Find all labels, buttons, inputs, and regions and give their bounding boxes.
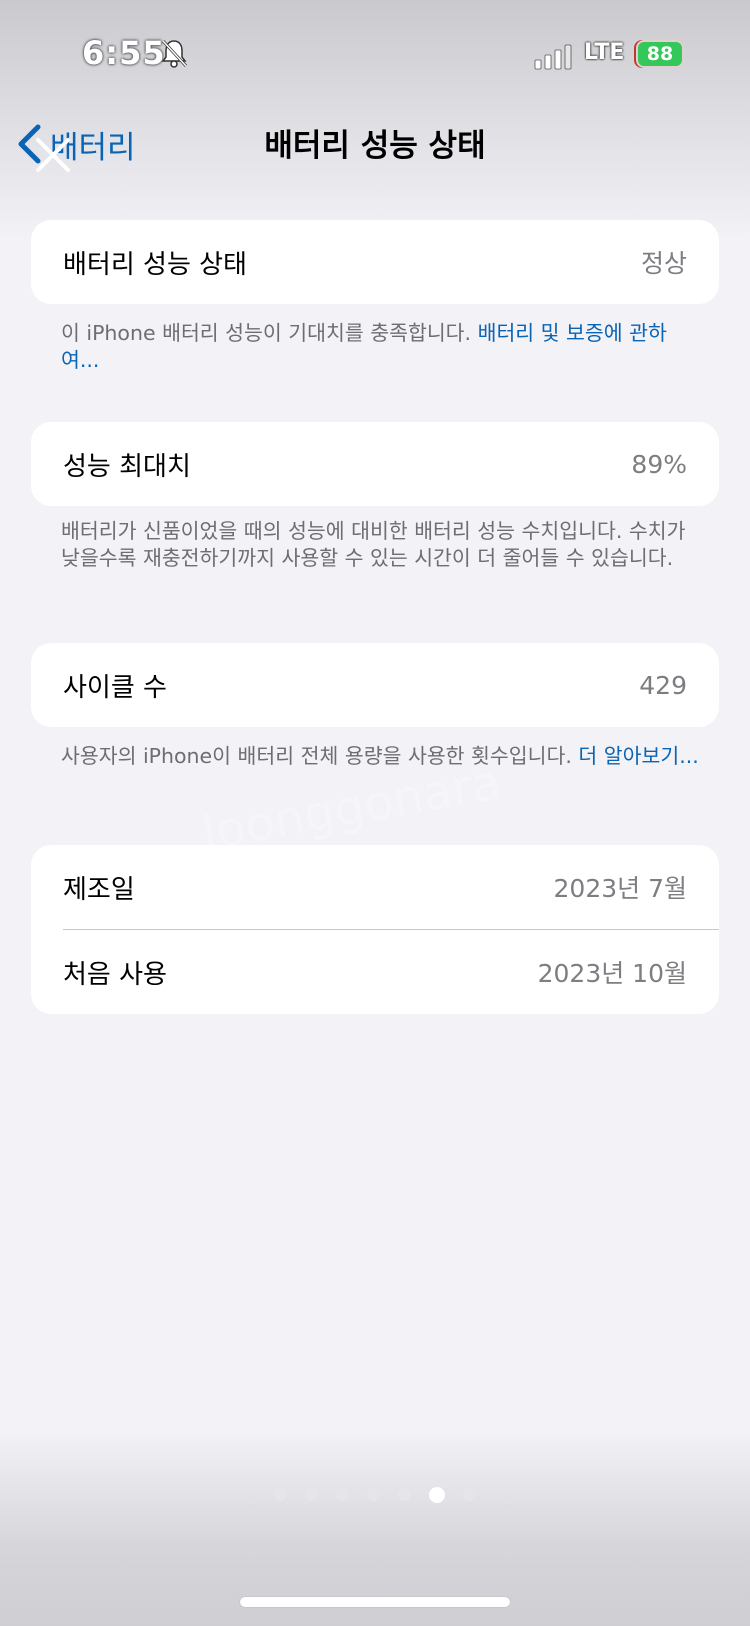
max-capacity-row: 성능 최대치 89% <box>31 422 719 506</box>
page-dot[interactable] <box>398 1488 411 1501</box>
dates-card: 제조일 2023년 7월 처음 사용 2023년 10월 <box>31 845 719 1014</box>
status-bar: 6:55 LTE 88 <box>0 0 750 110</box>
first-use-value: 2023년 10월 <box>537 959 687 988</box>
page-title: 배터리 성능 상태 <box>264 128 486 164</box>
battery-health-label: 배터리 성능 상태 <box>63 249 247 280</box>
max-capacity-value: 89% <box>631 449 687 479</box>
first-use-row: 처음 사용 2023년 10월 <box>31 930 719 1014</box>
learn-more-link[interactable]: 더 알아보기... <box>578 744 698 768</box>
network-type-label: LTE <box>584 40 625 65</box>
battery-level-label: 88 <box>646 43 674 65</box>
home-indicator[interactable] <box>240 1597 510 1607</box>
cycle-count-footnote-text: 사용자의 iPhone이 배터리 전체 용량을 사용한 횟수입니다. <box>61 744 579 768</box>
battery-health-footnote: 이 iPhone 배터리 성능이 기대치를 충족합니다. 배터리 및 보증에 관… <box>61 320 701 374</box>
page-dot[interactable] <box>274 1488 287 1501</box>
max-capacity-footnote: 배터리가 신품이었을 때의 성능에 대비한 배터리 성능 수치입니다. 수치가 … <box>61 519 686 570</box>
page-dot[interactable] <box>367 1488 380 1501</box>
manufacture-date-value: 2023년 7월 <box>553 874 687 903</box>
battery-health-card: 배터리 성능 상태 정상 <box>31 220 719 304</box>
cycle-count-value: 429 <box>639 670 687 700</box>
page-dot-active[interactable] <box>429 1487 445 1503</box>
battery-health-row: 배터리 성능 상태 정상 <box>31 220 719 304</box>
bell-slash-icon <box>161 39 188 68</box>
page-dot[interactable] <box>463 1488 476 1501</box>
battery-health-value: 정상 <box>640 249 687 278</box>
manufacture-date-row: 제조일 2023년 7월 <box>31 845 719 929</box>
cycle-count-label: 사이클 수 <box>63 672 167 703</box>
page-dot[interactable] <box>336 1488 349 1501</box>
page-indicator <box>0 1487 750 1503</box>
cycle-count-row: 사이클 수 429 <box>31 643 719 727</box>
manufacture-date-label: 제조일 <box>63 874 135 905</box>
battery-health-footnote-text: 이 iPhone 배터리 성능이 기대치를 충족합니다. <box>61 321 478 345</box>
max-capacity-label: 성능 최대치 <box>63 451 191 482</box>
status-time: 6:55 <box>82 34 166 72</box>
page-dot[interactable] <box>305 1488 318 1501</box>
max-capacity-card: 성능 최대치 89% <box>31 422 719 506</box>
battery-icon: 88 <box>636 40 684 68</box>
cycle-count-card: 사이클 수 429 <box>31 643 719 727</box>
cycle-count-footnote: 사용자의 iPhone이 배터리 전체 용량을 사용한 횟수입니다. 더 알아보… <box>61 743 701 770</box>
first-use-label: 처음 사용 <box>63 959 167 990</box>
cellular-signal-icon <box>534 44 572 70</box>
